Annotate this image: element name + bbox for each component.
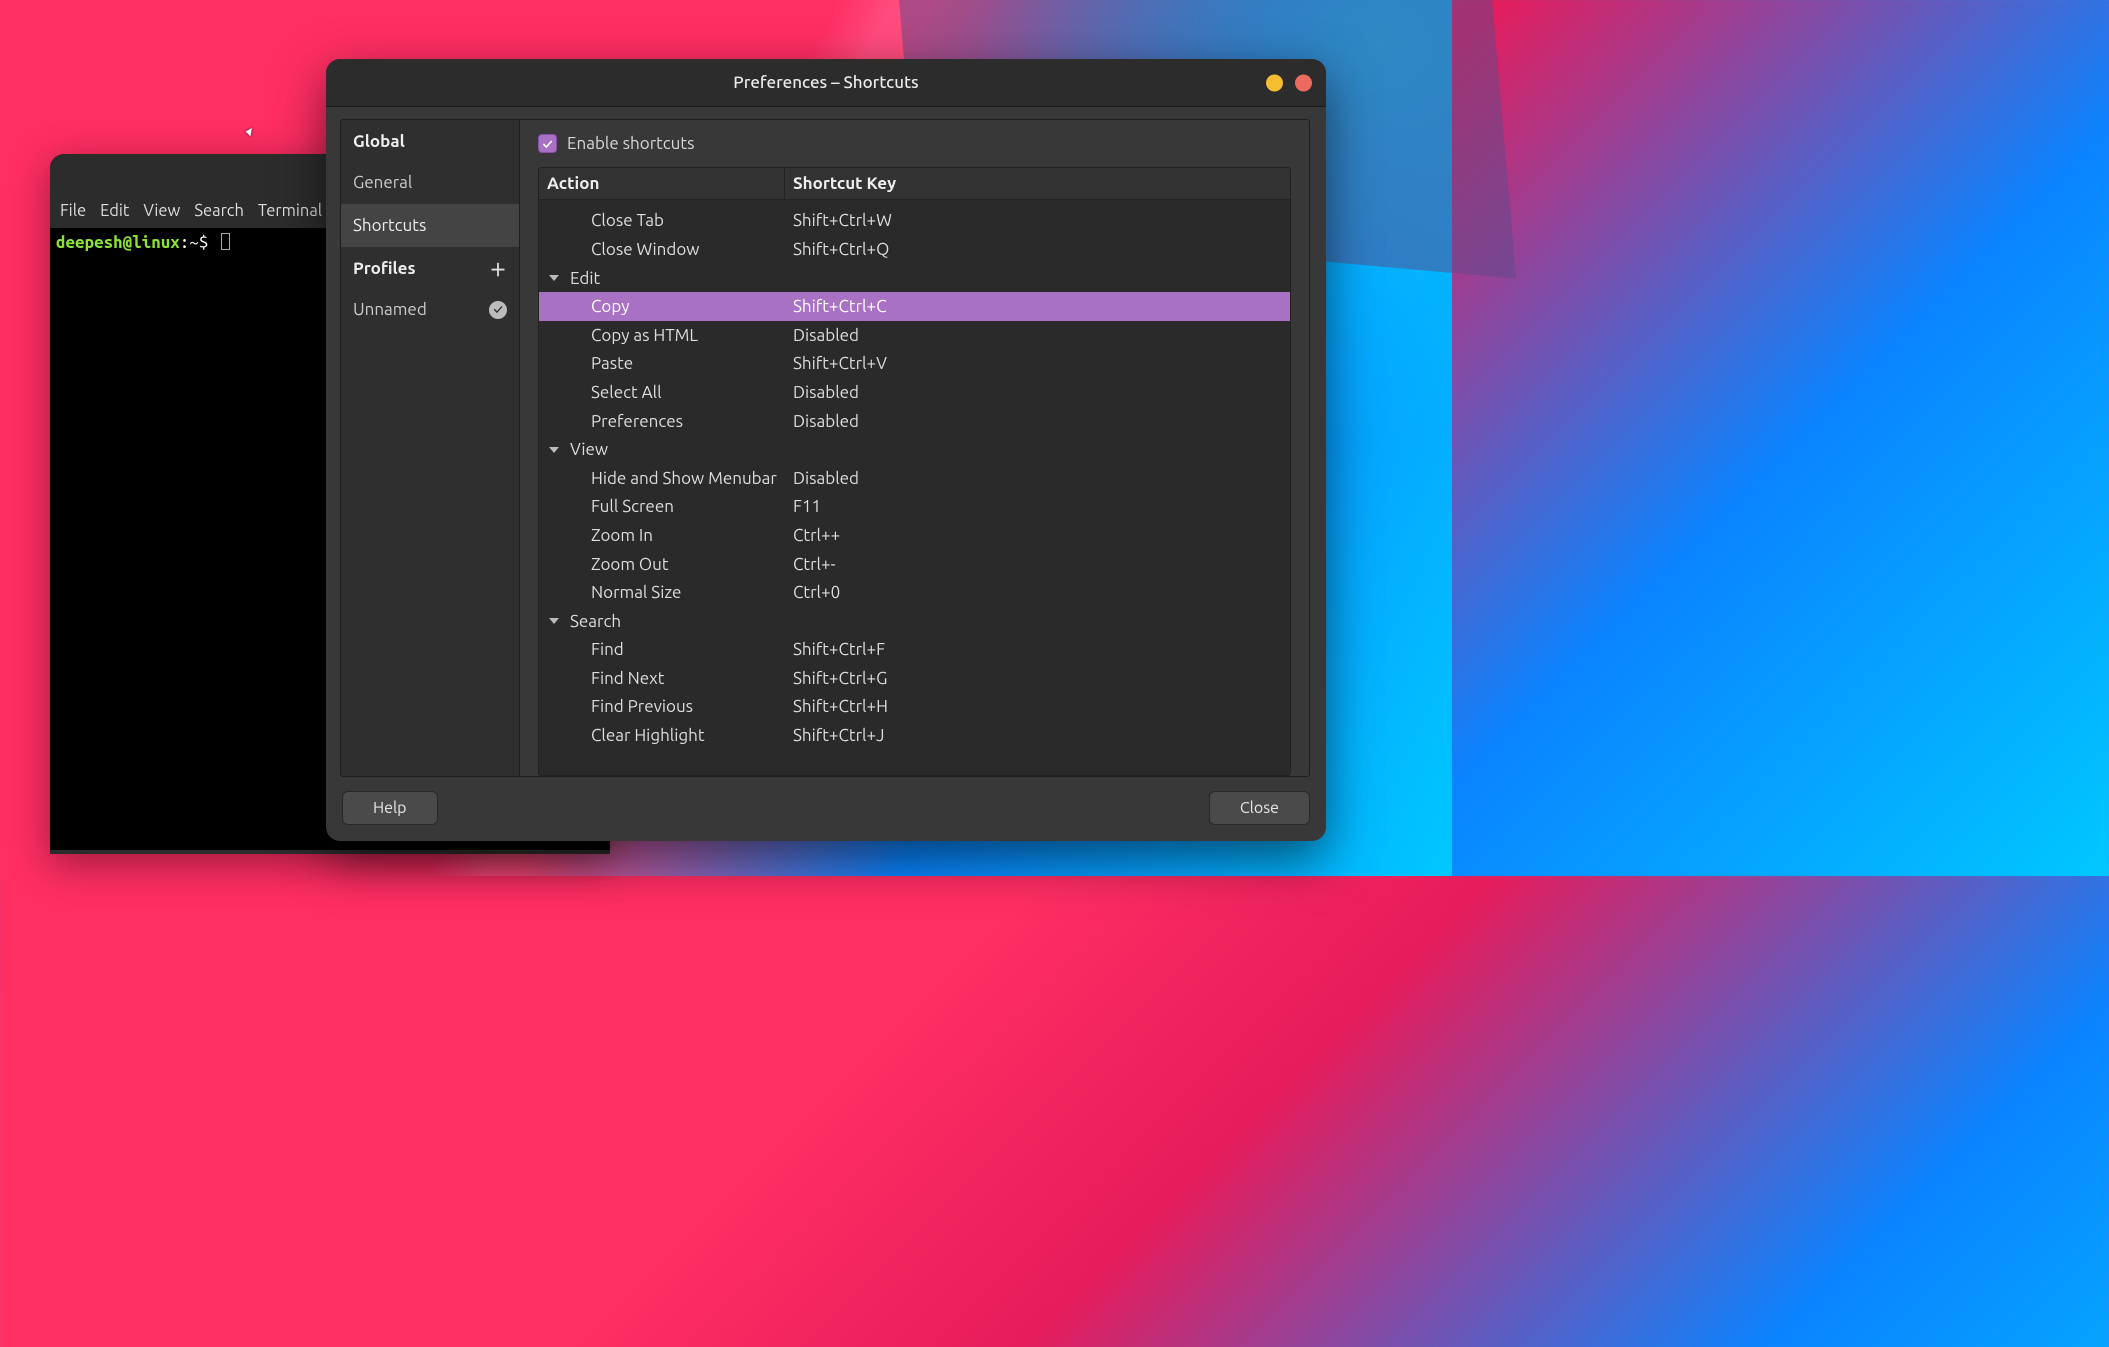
cell-key: F11 (785, 497, 1290, 516)
cell-key: Shift+Ctrl+C (785, 297, 1290, 316)
table-row[interactable]: CopyShift+Ctrl+C (539, 292, 1290, 321)
cell-action: View (539, 440, 785, 459)
add-profile-icon[interactable]: ＋ (489, 260, 507, 278)
cell-action: Zoom In (539, 526, 785, 545)
cell-action: Full Screen (539, 497, 785, 516)
menu-edit[interactable]: Edit (100, 202, 129, 220)
minimize-button[interactable] (1266, 74, 1283, 91)
profiles-label: Profiles (353, 259, 416, 278)
menu-search[interactable]: Search (194, 202, 244, 220)
table-row[interactable]: Find PreviousShift+Ctrl+H (539, 693, 1290, 722)
cell-action: Close Tab (539, 211, 785, 230)
close-button[interactable]: Close (1209, 791, 1310, 825)
dialog-title: Preferences – Shortcuts (733, 73, 918, 92)
check-icon: ✓ (489, 301, 507, 319)
table-row[interactable]: FindShift+Ctrl+F (539, 636, 1290, 665)
table-row[interactable]: Zoom OutCtrl+- (539, 550, 1290, 579)
cell-key: Shift+Ctrl+Q (785, 240, 1290, 259)
cell-action: Zoom Out (539, 555, 785, 574)
menu-view[interactable]: View (143, 202, 180, 220)
col-shortcut-key[interactable]: Shortcut Key (785, 168, 1290, 199)
table-header: Action Shortcut Key (539, 168, 1290, 200)
cell-action: Preferences (539, 412, 785, 431)
table-group[interactable]: Edit (539, 264, 1290, 293)
menu-file[interactable]: File (60, 202, 86, 220)
sidebar: Global General Shortcuts Profiles ＋ Unna… (340, 119, 520, 777)
cell-key: Disabled (785, 469, 1290, 488)
cell-action: Find (539, 640, 785, 659)
sidebar-item-profile-unnamed[interactable]: Unnamed ✓ (341, 288, 519, 331)
table-row[interactable]: PreferencesDisabled (539, 407, 1290, 436)
table-row[interactable]: Close WindowShift+Ctrl+Q (539, 235, 1290, 264)
cell-key: Disabled (785, 383, 1290, 402)
cell-key: Ctrl++ (785, 526, 1290, 545)
table-row[interactable]: Full ScreenF11 (539, 493, 1290, 522)
cell-action: New Window (539, 200, 785, 202)
table-group[interactable]: View (539, 435, 1290, 464)
cell-key: Shift+Ctrl+G (785, 669, 1290, 688)
menu-terminal[interactable]: Terminal (258, 202, 322, 220)
enable-shortcuts-checkbox[interactable]: ✓ (538, 134, 557, 153)
cell-action: Find Previous (539, 697, 785, 716)
table-row[interactable]: New WindowShift+Ctrl+N (539, 200, 1290, 207)
close-window-button[interactable] (1295, 74, 1312, 91)
sidebar-header-profiles: Profiles ＋ (341, 247, 519, 288)
cell-key: Disabled (785, 412, 1290, 431)
cell-action: Normal Size (539, 583, 785, 602)
cell-key: Shift+Ctrl+H (785, 697, 1290, 716)
cell-action: Close Window (539, 240, 785, 259)
chevron-down-icon (549, 275, 559, 281)
enable-shortcuts-row[interactable]: ✓ Enable shortcuts (520, 120, 1309, 167)
cell-key: Disabled (785, 326, 1290, 345)
cell-action: Paste (539, 354, 785, 373)
cell-action: Select All (539, 383, 785, 402)
cell-action: Edit (539, 269, 785, 288)
cell-action: Copy as HTML (539, 326, 785, 345)
cell-key: Shift+Ctrl+J (785, 726, 1290, 745)
sidebar-item-general[interactable]: General (341, 161, 519, 204)
cell-key: Shift+Ctrl+F (785, 640, 1290, 659)
profile-name: Unnamed (353, 300, 427, 319)
table-row[interactable]: Clear HighlightShift+Ctrl+J (539, 721, 1290, 750)
cell-action: Search (539, 612, 785, 631)
table-row[interactable]: PasteShift+Ctrl+V (539, 350, 1290, 379)
table-row[interactable]: Close TabShift+Ctrl+W (539, 207, 1290, 236)
help-button[interactable]: Help (342, 791, 438, 825)
col-action[interactable]: Action (539, 168, 785, 199)
table-row[interactable]: Find NextShift+Ctrl+G (539, 664, 1290, 693)
prompt-sep: : (180, 233, 190, 252)
cell-key: Ctrl+0 (785, 583, 1290, 602)
cell-action: Clear Highlight (539, 726, 785, 745)
cell-action: Copy (539, 297, 785, 316)
prompt-user: deepesh@linux (56, 233, 180, 252)
cell-key: Shift+Ctrl+W (785, 211, 1290, 230)
table-row[interactable]: Normal SizeCtrl+0 (539, 578, 1290, 607)
prompt-symbol: $ (199, 233, 209, 252)
dialog-titlebar[interactable]: Preferences – Shortcuts (326, 59, 1326, 107)
main-panel: ✓ Enable shortcuts Action Shortcut Key N… (520, 119, 1310, 777)
table-row[interactable]: Hide and Show MenubarDisabled (539, 464, 1290, 493)
chevron-down-icon (549, 618, 559, 624)
cell-action: Hide and Show Menubar (539, 469, 785, 488)
enable-shortcuts-label: Enable shortcuts (567, 134, 694, 153)
table-body[interactable]: New WindowShift+Ctrl+NClose TabShift+Ctr… (539, 200, 1290, 775)
sidebar-item-shortcuts[interactable]: Shortcuts (341, 204, 519, 247)
cell-key: Shift+Ctrl+V (785, 354, 1290, 373)
table-group[interactable]: Search (539, 607, 1290, 636)
cell-action: Find Next (539, 669, 785, 688)
terminal-cursor (221, 233, 230, 250)
table-row[interactable]: Copy as HTMLDisabled (539, 321, 1290, 350)
window-controls (1266, 74, 1312, 91)
sidebar-header-global: Global (341, 120, 519, 161)
cell-key: Shift+Ctrl+N (785, 200, 1290, 202)
chevron-down-icon (549, 447, 559, 453)
dialog-footer: Help Close (326, 777, 1326, 841)
table-row[interactable]: Zoom InCtrl++ (539, 521, 1290, 550)
cell-key: Ctrl+- (785, 555, 1290, 574)
table-row[interactable]: Select AllDisabled (539, 378, 1290, 407)
shortcuts-table: Action Shortcut Key New WindowShift+Ctrl… (538, 167, 1291, 776)
preferences-dialog: Preferences – Shortcuts Global General S… (326, 59, 1326, 841)
prompt-path: ~ (189, 233, 199, 252)
